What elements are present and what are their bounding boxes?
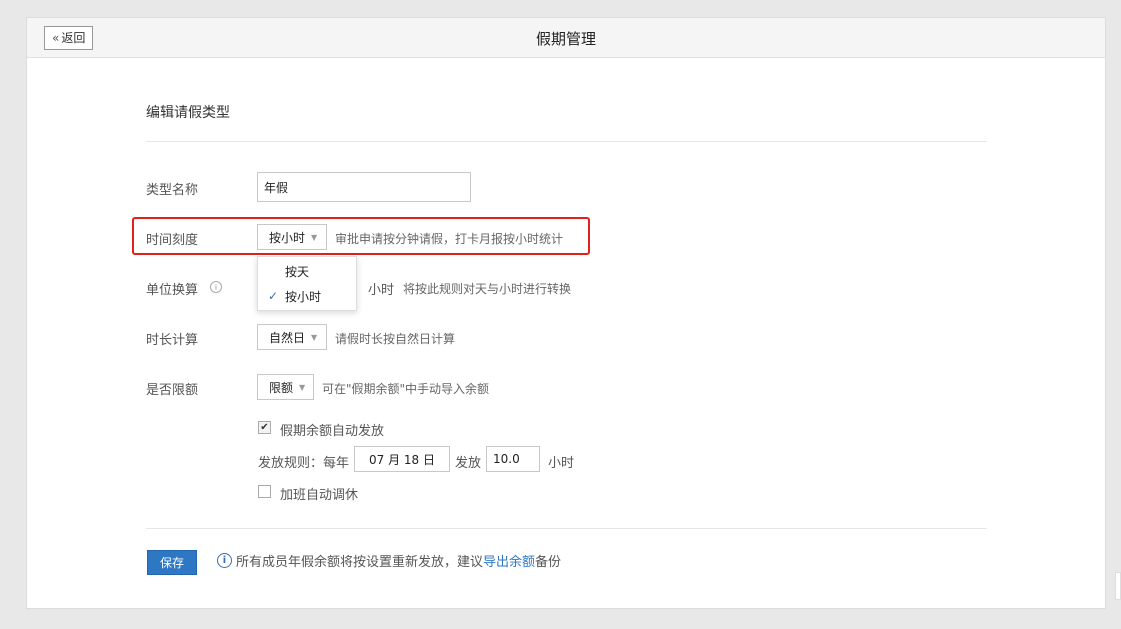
highlight-box bbox=[132, 217, 590, 255]
duration-calc-hint: 请假时长按自然日计算 bbox=[335, 332, 456, 346]
main-card: « 返回 假期管理 编辑请假类型 类型名称 年假 时间刻度 按小时 ▼ 审批申请… bbox=[26, 17, 1106, 609]
issue-rule-unit: 小时 bbox=[548, 456, 575, 471]
issue-amount-input[interactable]: 10.0 bbox=[486, 446, 540, 472]
dropdown-option-hour[interactable]: ✓ 按小时 bbox=[258, 284, 356, 308]
dropdown-option-label: 按天 bbox=[285, 264, 310, 279]
edge-widget bbox=[1115, 572, 1121, 600]
notice: i 所有成员年假余额将按设置重新发放，建议导出余额备份 bbox=[217, 551, 561, 570]
save-button[interactable]: 保存 bbox=[147, 550, 197, 575]
section-title: 编辑请假类型 bbox=[146, 105, 230, 121]
page-title: 假期管理 bbox=[535, 30, 596, 48]
notice-text: 所有成员年假余额将按设置重新发放，建议 bbox=[236, 555, 484, 570]
unit-conversion-hint: 将按此规则对天与小时进行转换 bbox=[403, 282, 572, 296]
type-name-label: 类型名称 bbox=[146, 183, 199, 198]
checkmark-icon: ✓ bbox=[268, 289, 279, 303]
time-scale-dropdown: 按天 ✓ 按小时 bbox=[257, 256, 357, 311]
limit-select[interactable]: 限额 ▼ bbox=[257, 374, 314, 400]
duration-calc-label: 时长计算 bbox=[146, 333, 199, 348]
issue-rule-middle: 发放 bbox=[455, 456, 482, 471]
limit-hint: 可在"假期余额"中手动导入余额 bbox=[322, 382, 490, 396]
info-circle-icon: i bbox=[217, 553, 232, 568]
notice-text-end: 备份 bbox=[535, 555, 562, 570]
duration-calc-selected: 自然日 bbox=[269, 330, 306, 345]
export-balance-link[interactable]: 导出余额 bbox=[483, 555, 535, 570]
divider-top bbox=[146, 141, 987, 142]
issue-rule-prefix: 发放规则：每年 bbox=[258, 456, 350, 471]
dropdown-option-label: 按小时 bbox=[285, 289, 322, 304]
divider-bottom bbox=[146, 528, 987, 529]
caret-down-icon: ▼ bbox=[311, 332, 318, 342]
auto-issue-label: 假期余额自动发放 bbox=[280, 424, 385, 439]
issue-date-input[interactable]: 07 月 18 日 bbox=[354, 446, 450, 472]
type-name-input[interactable]: 年假 bbox=[257, 172, 471, 202]
info-icon: i bbox=[210, 281, 222, 293]
caret-down-icon: ▼ bbox=[299, 382, 306, 392]
overtime-label: 加班自动调休 bbox=[280, 488, 359, 503]
overtime-checkbox[interactable] bbox=[258, 485, 271, 498]
duration-calc-select[interactable]: 自然日 ▼ bbox=[257, 324, 327, 350]
unit-conversion-unit: 小时 bbox=[368, 283, 395, 298]
top-bar: « 返回 假期管理 bbox=[27, 18, 1105, 58]
limit-selected: 限额 bbox=[269, 380, 294, 395]
dropdown-option-day[interactable]: 按天 bbox=[258, 259, 356, 283]
limit-label: 是否限额 bbox=[146, 383, 199, 398]
unit-conversion-label: 单位换算 bbox=[146, 283, 199, 298]
auto-issue-checkbox[interactable]: ✔ bbox=[258, 421, 271, 434]
